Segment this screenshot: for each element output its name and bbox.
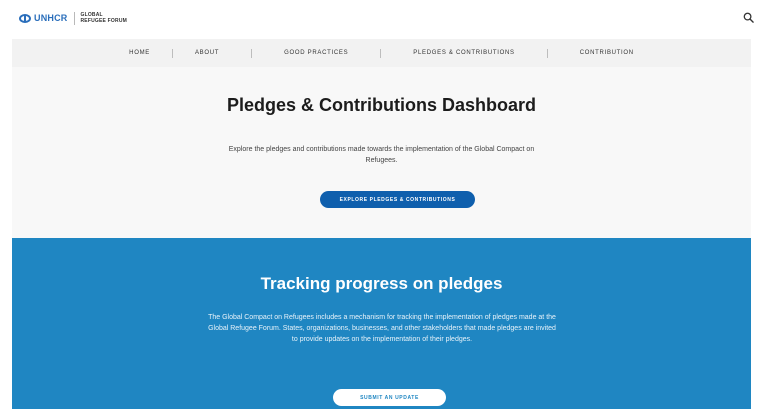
- nav-item-about[interactable]: ABOUT: [195, 50, 219, 56]
- logo-subtitle-line2: REFUGEE FORUM: [80, 17, 127, 24]
- logo-divider: [73, 11, 75, 25]
- explore-pledges-button[interactable]: EXPLORE PLEDGES & CONTRIBUTIONS: [320, 191, 475, 208]
- nav-item-contribution[interactable]: CONTRIBUTION: [580, 50, 634, 56]
- nav-items: HOME ABOUT GOOD PRACTICES PLEDGES & CONT…: [129, 48, 634, 58]
- hero-description: Explore the pledges and contributions ma…: [228, 146, 535, 164]
- unhcr-logo[interactable]: UNHCR GLOBAL REFUGEE FORUM: [19, 11, 127, 25]
- tracking-section: Tracking progress on pledges The Global …: [12, 238, 751, 409]
- globe-icon: [19, 13, 31, 23]
- dashboard-hero: Pledges & Contributions Dashboard Explor…: [12, 67, 751, 238]
- logo-subtitle: GLOBAL REFUGEE FORUM: [80, 11, 128, 24]
- nav-divider: [546, 48, 548, 58]
- tracking-description: The Global Compact on Refugees includes …: [208, 314, 556, 343]
- nav-item-good-practices[interactable]: GOOD PRACTICES: [284, 50, 348, 56]
- nav-divider: [380, 48, 382, 58]
- top-header: UNHCR GLOBAL REFUGEE FORUM: [0, 0, 763, 36]
- logo-text: UNHCR: [34, 13, 68, 23]
- tracking-title: Tracking progress on pledges: [260, 274, 503, 293]
- nav-item-pledges-contributions[interactable]: PLEDGES & CONTRIBUTIONS: [413, 50, 514, 56]
- search-icon[interactable]: [743, 12, 754, 23]
- nav-item-home[interactable]: HOME: [129, 50, 150, 56]
- nav-divider: [171, 48, 173, 58]
- logo-mark: UNHCR: [19, 13, 68, 23]
- submit-update-button[interactable]: SUBMIT AN UPDATE: [333, 389, 446, 406]
- logo-subtitle-line1: GLOBAL: [80, 11, 103, 18]
- page-title: Pledges & Contributions Dashboard: [226, 95, 537, 115]
- main-navigation: HOME ABOUT GOOD PRACTICES PLEDGES & CONT…: [12, 39, 751, 67]
- nav-divider: [251, 48, 253, 58]
